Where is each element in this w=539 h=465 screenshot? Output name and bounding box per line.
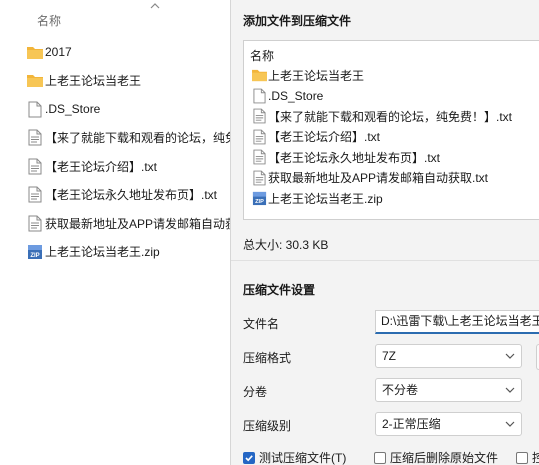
archive-item-txt[interactable]: 获取最新地址及APP请发邮箱自动获取.txt <box>244 168 512 189</box>
explorer-item-txt[interactable]: 【老王论坛永久地址发布页】.txt <box>0 181 240 210</box>
explorer-item-label: 2017 <box>45 45 72 60</box>
section-divider <box>231 260 539 261</box>
text-file-icon <box>250 108 268 124</box>
archive-item-label: 上老王论坛当老王 <box>268 68 365 83</box>
level-select[interactable]: 2-正常压缩 <box>375 412 522 436</box>
file-list-header[interactable]: 名称 <box>250 47 274 64</box>
split-select-value: 不分卷 <box>382 383 419 397</box>
chevron-down-icon <box>505 353 515 359</box>
explorer-item-txt[interactable]: 【老王论坛介绍】.txt <box>0 152 240 181</box>
explorer-item-label: 获取最新地址及APP请发邮箱自动获取.txt <box>45 216 240 231</box>
chevron-down-icon <box>505 421 515 427</box>
file-icon <box>250 88 268 104</box>
archive-item-label: .DS_Store <box>268 88 324 103</box>
test-archive-checkbox[interactable]: 测试压缩文件(T) <box>243 449 346 465</box>
archive-file-list[interactable]: 名称 上老王论坛当老王 .DS_Store 【来了就能下载和观看的论坛，纯免费！… <box>243 40 539 220</box>
archive-item-label: 获取最新地址及APP请发邮箱自动获取.txt <box>268 171 489 186</box>
explorer-item-txt[interactable]: 【来了就能下载和观看的论坛，纯免费！】.txt <box>0 124 240 153</box>
explorer-item-ds-store[interactable]: .DS_Store <box>0 95 240 124</box>
explorer-item-txt[interactable]: 获取最新地址及APP请发邮箱自动获取.txt <box>0 209 240 238</box>
total-size: 总大小: 30.3 KB <box>243 238 329 252</box>
explorer-item-label: 上老王论坛当老王 <box>45 74 142 89</box>
svg-text:ZIP: ZIP <box>255 199 264 205</box>
zip-icon: ZIP <box>250 190 268 206</box>
archive-item-folder[interactable]: 上老王论坛当老王 <box>244 65 512 86</box>
text-file-icon <box>25 129 45 147</box>
folder-icon <box>25 72 45 90</box>
archive-item-txt[interactable]: 【老王论坛永久地址发布页】.txt <box>244 147 512 168</box>
file-icon <box>25 100 45 118</box>
explorer-item-folder[interactable]: 上老王论坛当老王 <box>0 67 240 96</box>
archive-item-zip[interactable]: ZIP 上老王论坛当老王.zip <box>244 188 512 209</box>
archive-item-ds-store[interactable]: .DS_Store <box>244 86 512 107</box>
text-file-icon <box>25 214 45 232</box>
level-select-value: 2-正常压缩 <box>382 417 441 431</box>
checkbox-unchecked-icon[interactable] <box>516 451 528 464</box>
explorer-item-label: 【老王论坛介绍】.txt <box>45 159 158 174</box>
chevron-down-icon <box>505 387 515 393</box>
split-label: 分卷 <box>243 385 268 399</box>
name-column-header[interactable]: 名称 <box>37 12 61 29</box>
explorer-file-list: 2017 上老王论坛当老王 .DS_Store 【来了就能下载和观看的论坛，纯免… <box>0 38 240 266</box>
explorer-item-label: .DS_Store <box>45 102 101 117</box>
archive-item-txt[interactable]: 【来了就能下载和观看的论坛，纯免费！】.txt <box>244 106 512 127</box>
format-select[interactable]: 7Z <box>375 344 522 368</box>
filename-label: 文件名 <box>243 317 280 331</box>
level-label: 压缩级别 <box>243 419 292 433</box>
settings-section-title: 压缩文件设置 <box>243 283 316 297</box>
checkbox-unchecked-icon[interactable] <box>374 451 386 464</box>
third-option-label: 控 <box>532 449 539 465</box>
text-file-icon <box>250 170 268 186</box>
dialog-title: 添加文件到压缩文件 <box>243 14 352 28</box>
zip-icon: ZIP <box>25 243 45 261</box>
text-file-icon <box>250 149 268 165</box>
svg-text:ZIP: ZIP <box>30 253 39 259</box>
explorer-item-label: 【来了就能下载和观看的论坛，纯免费！】.txt <box>45 131 240 146</box>
archive-item-label: 【老王论坛永久地址发布页】.txt <box>268 150 441 165</box>
filename-input[interactable]: D:\迅雷下载\上老王论坛当老王 <box>375 310 539 334</box>
archive-item-label: 【来了就能下载和观看的论坛，纯免费！】.txt <box>268 109 513 124</box>
archive-item-txt[interactable]: 【老王论坛介绍】.txt <box>244 127 512 148</box>
archive-item-label: 【老王论坛介绍】.txt <box>268 130 381 145</box>
folder-icon <box>25 43 45 61</box>
split-select[interactable]: 不分卷 <box>375 378 522 402</box>
text-file-icon <box>25 157 45 175</box>
explorer-item-2017[interactable]: 2017 <box>0 38 240 67</box>
test-archive-label: 测试压缩文件(T) <box>259 451 347 465</box>
explorer-item-label: 上老王论坛当老王.zip <box>45 245 160 260</box>
checkbox-checked-icon[interactable] <box>243 451 255 464</box>
third-option-checkbox[interactable]: 控 <box>516 449 539 465</box>
add-to-archive-dialog: 添加文件到压缩文件 名称 上老王论坛当老王 .DS_Store 【来了就能下载和… <box>230 0 539 465</box>
delete-source-label: 压缩后删除原始文件 <box>390 451 499 465</box>
folder-icon <box>250 67 268 83</box>
explorer-window: 名称 2017 上老王论坛当老王 .DS_Store 【来了就能下载和观看的论坛… <box>0 0 240 465</box>
sort-caret-icon[interactable] <box>150 2 160 13</box>
delete-source-checkbox[interactable]: 压缩后删除原始文件 <box>374 449 498 465</box>
format-select-value: 7Z <box>382 349 397 363</box>
explorer-item-label: 【老王论坛永久地址发布页】.txt <box>45 188 218 203</box>
archive-item-label: 上老王论坛当老王.zip <box>268 191 383 206</box>
text-file-icon <box>25 186 45 204</box>
explorer-item-zip[interactable]: ZIP 上老王论坛当老王.zip <box>0 238 240 267</box>
text-file-icon <box>250 129 268 145</box>
format-label: 压缩格式 <box>243 351 292 365</box>
